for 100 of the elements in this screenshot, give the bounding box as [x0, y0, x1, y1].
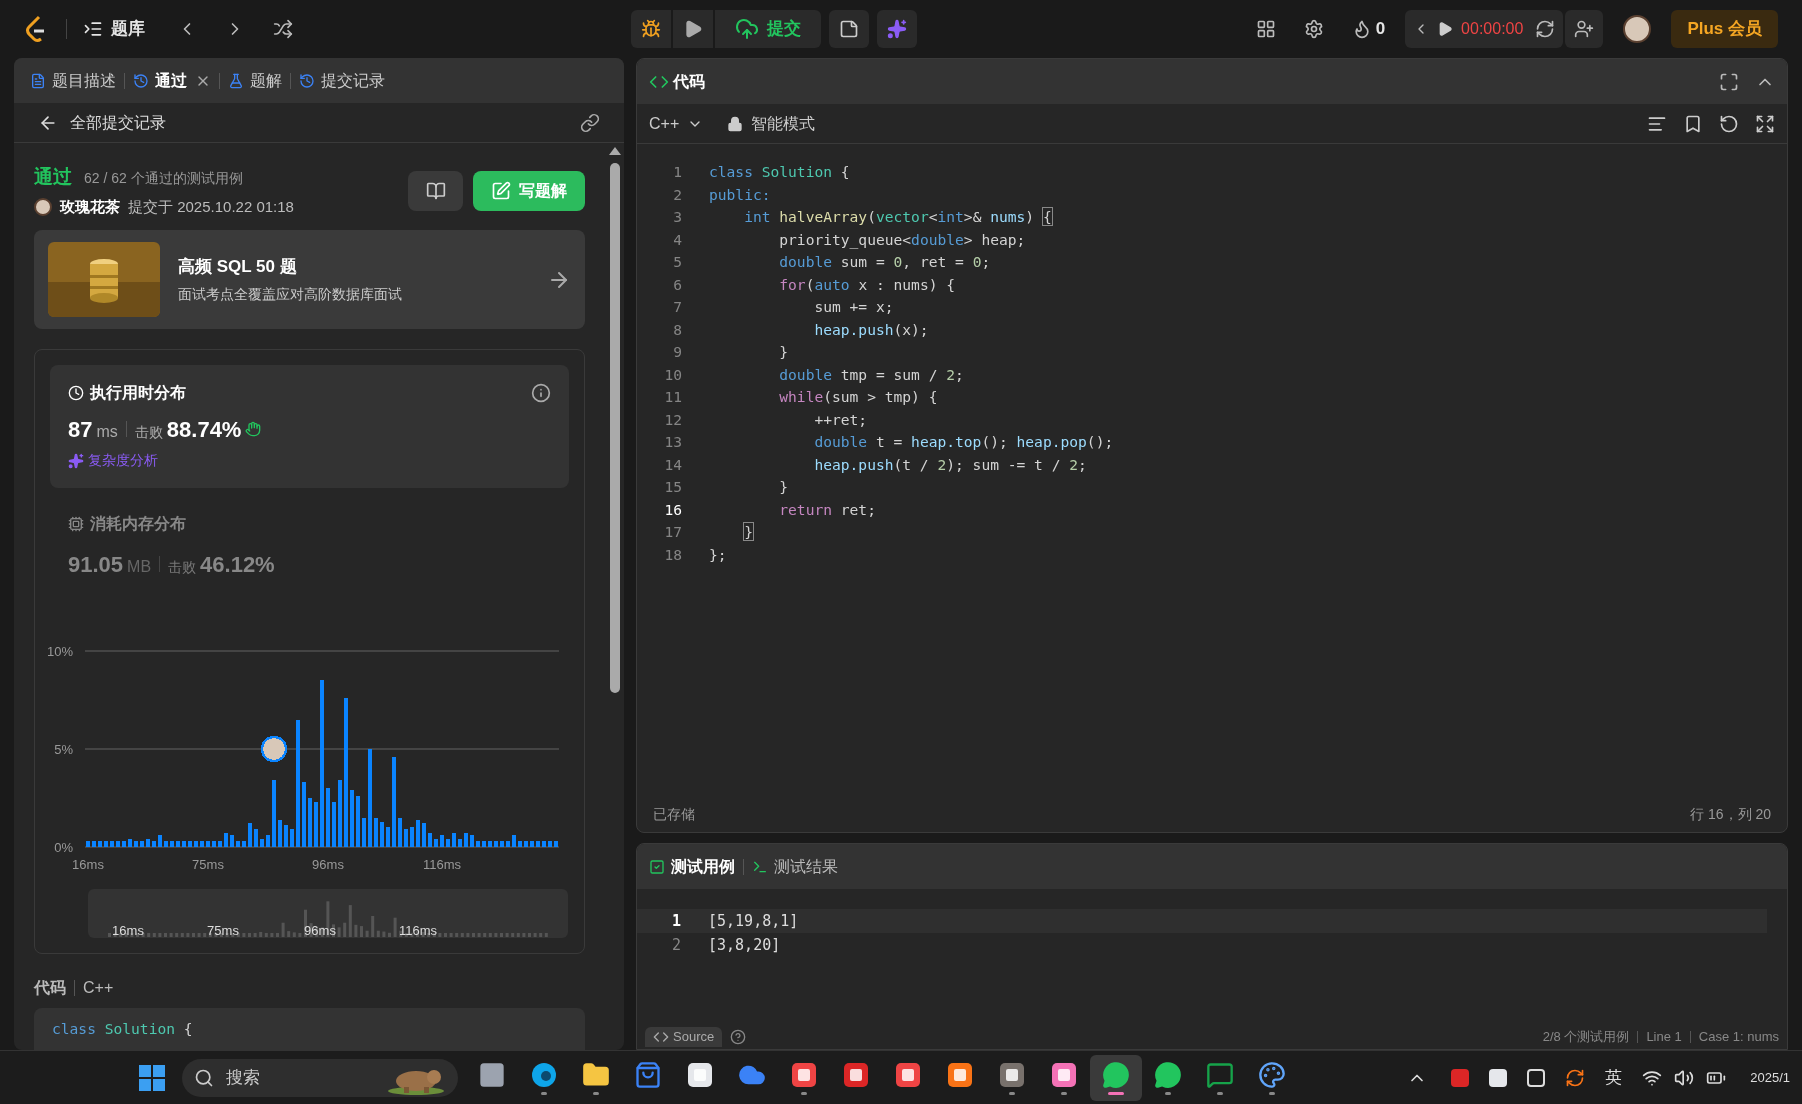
sync-icon[interactable] — [1565, 1067, 1586, 1088]
invite-button[interactable] — [1565, 10, 1604, 48]
chart-bar — [428, 833, 432, 847]
back-link[interactable]: 全部提交记录 — [70, 110, 166, 135]
problem-bank-button[interactable]: 题库 — [83, 16, 145, 42]
code-heading: 代码 — [34, 978, 66, 999]
chart-bar — [254, 829, 258, 847]
expand-icon[interactable] — [1755, 113, 1775, 134]
taskbar-app[interactable] — [1090, 1054, 1142, 1101]
note-button[interactable] — [829, 10, 870, 48]
tray-app-icon[interactable] — [1489, 1068, 1508, 1087]
chart-bar — [230, 835, 234, 847]
line-number: 13 — [663, 432, 682, 452]
axis-label: 116ms — [422, 856, 462, 872]
code-line: int halveArray(vector<int>& nums) { — [743, 207, 1052, 227]
ai-button[interactable] — [877, 10, 918, 48]
run-button[interactable] — [673, 10, 714, 48]
sparkle-icon — [68, 452, 84, 469]
chart-bar — [134, 840, 138, 847]
language-dropdown[interactable]: C++ — [649, 111, 704, 136]
tray-app-icon[interactable] — [1527, 1068, 1546, 1087]
code-line: double t = heap.top(); heap.pop(); — [813, 432, 1114, 452]
tab[interactable]: 测试结果 — [752, 854, 838, 879]
code-line: } — [778, 477, 789, 497]
runtime-card[interactable]: 执行用时分布 87 ms 击败 88.74% 复杂度分析 — [50, 365, 569, 488]
windows-start-icon[interactable] — [138, 1063, 166, 1092]
timer-control[interactable]: 00:00:00 — [1405, 10, 1564, 48]
mode-label[interactable]: 智能模式 — [751, 111, 816, 136]
info-icon[interactable] — [531, 383, 551, 404]
book-icon — [425, 180, 446, 201]
line-number: 14 — [663, 454, 682, 475]
tab[interactable]: 测试用例 — [649, 854, 735, 879]
navigator-label: 96ms — [304, 922, 336, 938]
code-icon — [653, 1029, 669, 1045]
chart-bar — [236, 840, 240, 847]
notes-button[interactable] — [408, 170, 463, 211]
axis-label: 96ms — [312, 856, 344, 872]
tab[interactable]: 通过 — [133, 68, 187, 93]
tab[interactable]: 题解 — [228, 68, 282, 93]
tab[interactable]: 提交记录 — [299, 68, 385, 93]
debug-button[interactable] — [631, 10, 672, 48]
submit-button[interactable]: 提交 — [715, 10, 822, 48]
chart-bar — [470, 835, 474, 847]
reset-icon[interactable] — [1719, 113, 1739, 134]
line-number: 5 — [672, 252, 682, 272]
line-number: 4 — [672, 229, 682, 250]
chart-bar — [548, 840, 552, 847]
scroll-up-icon[interactable] — [609, 147, 621, 155]
tab[interactable]: 题目描述 — [30, 68, 116, 93]
source-button[interactable]: Source — [645, 1027, 723, 1047]
chart-bar — [452, 833, 456, 847]
chart-bar — [476, 840, 480, 847]
beats-label: 击败 — [134, 423, 163, 443]
search-icon — [194, 1067, 214, 1088]
chart-bar — [350, 789, 354, 847]
chart-bar — [500, 840, 504, 847]
chart-bar — [182, 840, 186, 847]
memory-card[interactable]: 消耗内存分布 91.05 MB 击败 46.12% — [50, 487, 569, 581]
language-label: C++ — [83, 978, 114, 999]
chart-bar — [116, 840, 120, 847]
chart-bar — [458, 838, 462, 847]
input-method-indicator[interactable]: 英 — [1605, 1064, 1623, 1091]
link-icon[interactable] — [580, 112, 600, 133]
app-icon — [842, 1060, 870, 1089]
memory-value: 91.05 — [68, 550, 124, 579]
app-icon — [686, 1060, 714, 1089]
chart-bar — [104, 840, 108, 847]
chart-bar — [128, 838, 132, 847]
navigator-label: 116ms — [398, 922, 438, 938]
search-field[interactable]: 搜索 — [182, 1058, 458, 1097]
line-number: 3 — [672, 207, 682, 227]
beats-percentage: 46.12% — [200, 550, 275, 579]
avatar — [1623, 15, 1652, 43]
chart-bar — [482, 840, 486, 847]
app-icon — [790, 1060, 818, 1089]
memory-title: 消耗内存分布 — [90, 513, 186, 534]
unit-text: ms — [96, 422, 118, 443]
input-line[interactable]: 2 [3,8,20] — [637, 933, 1767, 957]
range-navigator[interactable]: 16ms 75ms 96ms 116ms — [88, 888, 568, 939]
shuffle-icon[interactable] — [273, 19, 293, 39]
fullscreen-icon[interactable] — [1719, 71, 1739, 92]
plus-membership-button[interactable]: Plus 会员 — [1671, 10, 1778, 48]
username: 玫瑰花茶 — [60, 196, 120, 217]
app-icon — [1050, 1060, 1078, 1089]
settings-icon[interactable] — [1303, 19, 1324, 39]
chart-bar — [218, 840, 222, 847]
layout-icon[interactable] — [1255, 19, 1276, 39]
volume-icon[interactable] — [1674, 1067, 1695, 1088]
axis-label: 16ms — [72, 856, 104, 872]
chart-bar — [446, 838, 450, 847]
chart-bar — [506, 840, 510, 847]
navigator-label: 75ms — [207, 922, 239, 938]
clock-icon — [68, 385, 84, 402]
scrollbar-thumb[interactable] — [610, 163, 620, 693]
promo-card[interactable]: 高频 SQL 50 题 面试考点全覆盖应对高阶数据库面试 — [34, 230, 585, 330]
clock-text[interactable]: 2025/1 — [1750, 1067, 1790, 1088]
chart-bar — [98, 840, 102, 847]
streak-button[interactable]: 0 — [1351, 16, 1386, 42]
help-icon[interactable] — [730, 1029, 747, 1045]
bookmark-icon[interactable] — [1683, 113, 1703, 134]
